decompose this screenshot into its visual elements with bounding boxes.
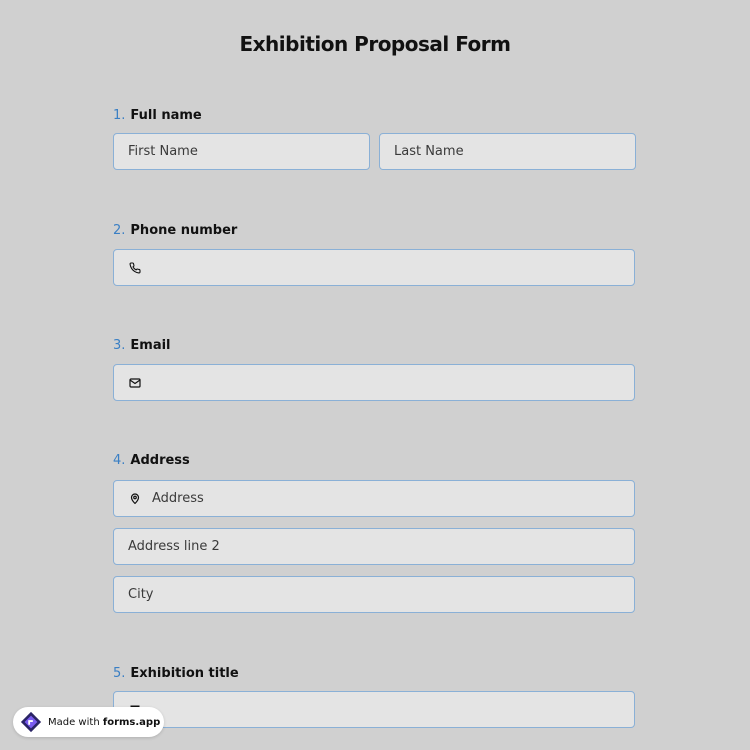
question-label-address: 4. Address [113, 453, 190, 468]
address-input[interactable]: Address [113, 480, 635, 517]
form-title: Exhibition Proposal Form [239, 32, 511, 56]
last-name-placeholder: Last Name [394, 144, 464, 159]
made-with-forms-app-badge[interactable]: Made with forms.app [13, 707, 164, 737]
last-name-input[interactable]: Last Name [379, 133, 636, 170]
question-label-exhibition-title: 5. Exhibition title [113, 666, 239, 681]
mail-icon [128, 376, 142, 390]
location-pin-icon [128, 492, 142, 506]
question-text: Email [130, 338, 171, 353]
question-text: Full name [130, 108, 202, 123]
question-text: Address [130, 453, 190, 468]
question-text: Phone number [130, 223, 238, 238]
question-number: 5. [113, 666, 126, 681]
question-text: Exhibition title [130, 666, 239, 681]
question-number: 2. [113, 223, 126, 238]
question-label-full-name: 1. Full name [113, 108, 202, 123]
brand-name: forms.app [102, 716, 161, 728]
badge-text: Made with forms.app [48, 717, 160, 728]
exhibition-title-input[interactable] [113, 691, 635, 728]
question-number: 4. [113, 453, 126, 468]
question-number: 3. [113, 338, 126, 353]
question-label-email: 3. Email [113, 338, 171, 353]
address-placeholder: Address [152, 491, 204, 506]
first-name-input[interactable]: First Name [113, 133, 370, 170]
form-page: Exhibition Proposal Form 1. Full name Fir… [0, 0, 750, 750]
forms-app-logo [20, 711, 42, 733]
city-placeholder: City [128, 587, 154, 602]
question-label-phone: 2. Phone number [113, 223, 237, 238]
address-line2-input[interactable]: Address line 2 [113, 528, 635, 565]
email-input[interactable] [113, 364, 635, 401]
phone-input[interactable] [113, 249, 635, 286]
phone-icon [128, 261, 142, 275]
first-name-placeholder: First Name [128, 144, 198, 159]
address-line2-placeholder: Address line 2 [128, 539, 220, 554]
made-with-label: Made with [48, 716, 100, 728]
question-number: 1. [113, 108, 126, 123]
city-input[interactable]: City [113, 576, 635, 613]
